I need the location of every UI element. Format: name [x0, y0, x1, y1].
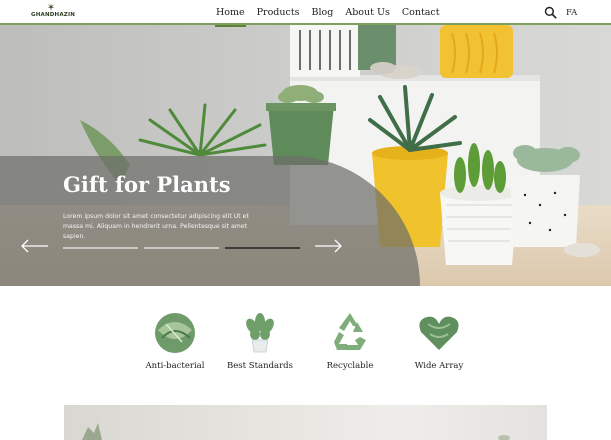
nav-about-us[interactable]: About Us	[339, 0, 396, 25]
nav-blog[interactable]: Blog	[306, 0, 340, 25]
feature-label: Anti-bacterial	[145, 361, 205, 371]
arrow-right-icon[interactable]	[313, 239, 343, 253]
feature-wide-array: Wide Array	[394, 310, 484, 372]
potted-succulent-icon	[246, 313, 274, 353]
arrow-left-icon[interactable]	[20, 239, 50, 253]
hero-title: Gift for Plants	[63, 172, 231, 197]
cannabis-leaf-icon	[47, 3, 55, 11]
nav-products[interactable]: Products	[251, 0, 306, 25]
promo-image-graphic	[82, 423, 510, 440]
slide-indicator[interactable]	[63, 247, 138, 249]
recycle-icon	[334, 313, 366, 350]
feature-recyclable: Recyclable	[305, 310, 395, 372]
slide-indicator[interactable]	[144, 247, 219, 249]
main-nav: Home Products Blog About Us Contact	[210, 0, 446, 27]
slide-indicator-active[interactable]	[225, 247, 300, 249]
logo[interactable]: GHANDHAZIN	[31, 3, 76, 21]
hero-slider: Gift for Plants Lorem ipsum dolor sit am…	[0, 25, 611, 286]
features-section: Anti-bacterial Best Standards Recyclable	[130, 310, 470, 390]
feature-label: Best Standards	[227, 361, 293, 371]
hero-description: Lorem ipsum dolor sit amet consectetur a…	[63, 213, 249, 240]
promo-image	[64, 405, 547, 440]
search-icon[interactable]	[544, 6, 557, 19]
logo-text: GHANDHAZIN	[31, 12, 76, 18]
feature-anti-bacterial: Anti-bacterial	[130, 310, 220, 372]
nav-home[interactable]: Home	[210, 0, 251, 27]
site-header: GHANDHAZIN Home Products Blog About Us C…	[0, 0, 611, 27]
language-switch[interactable]: FA	[566, 0, 577, 25]
nav-contact[interactable]: Contact	[396, 0, 446, 25]
leaf-heart-icon	[419, 316, 459, 350]
feature-label: Recyclable	[326, 361, 374, 371]
feature-label: Wide Array	[414, 361, 464, 371]
leaf-bowl-icon	[155, 313, 195, 353]
feature-best-standards: Best Standards	[215, 310, 305, 372]
slider-indicators	[63, 247, 300, 249]
